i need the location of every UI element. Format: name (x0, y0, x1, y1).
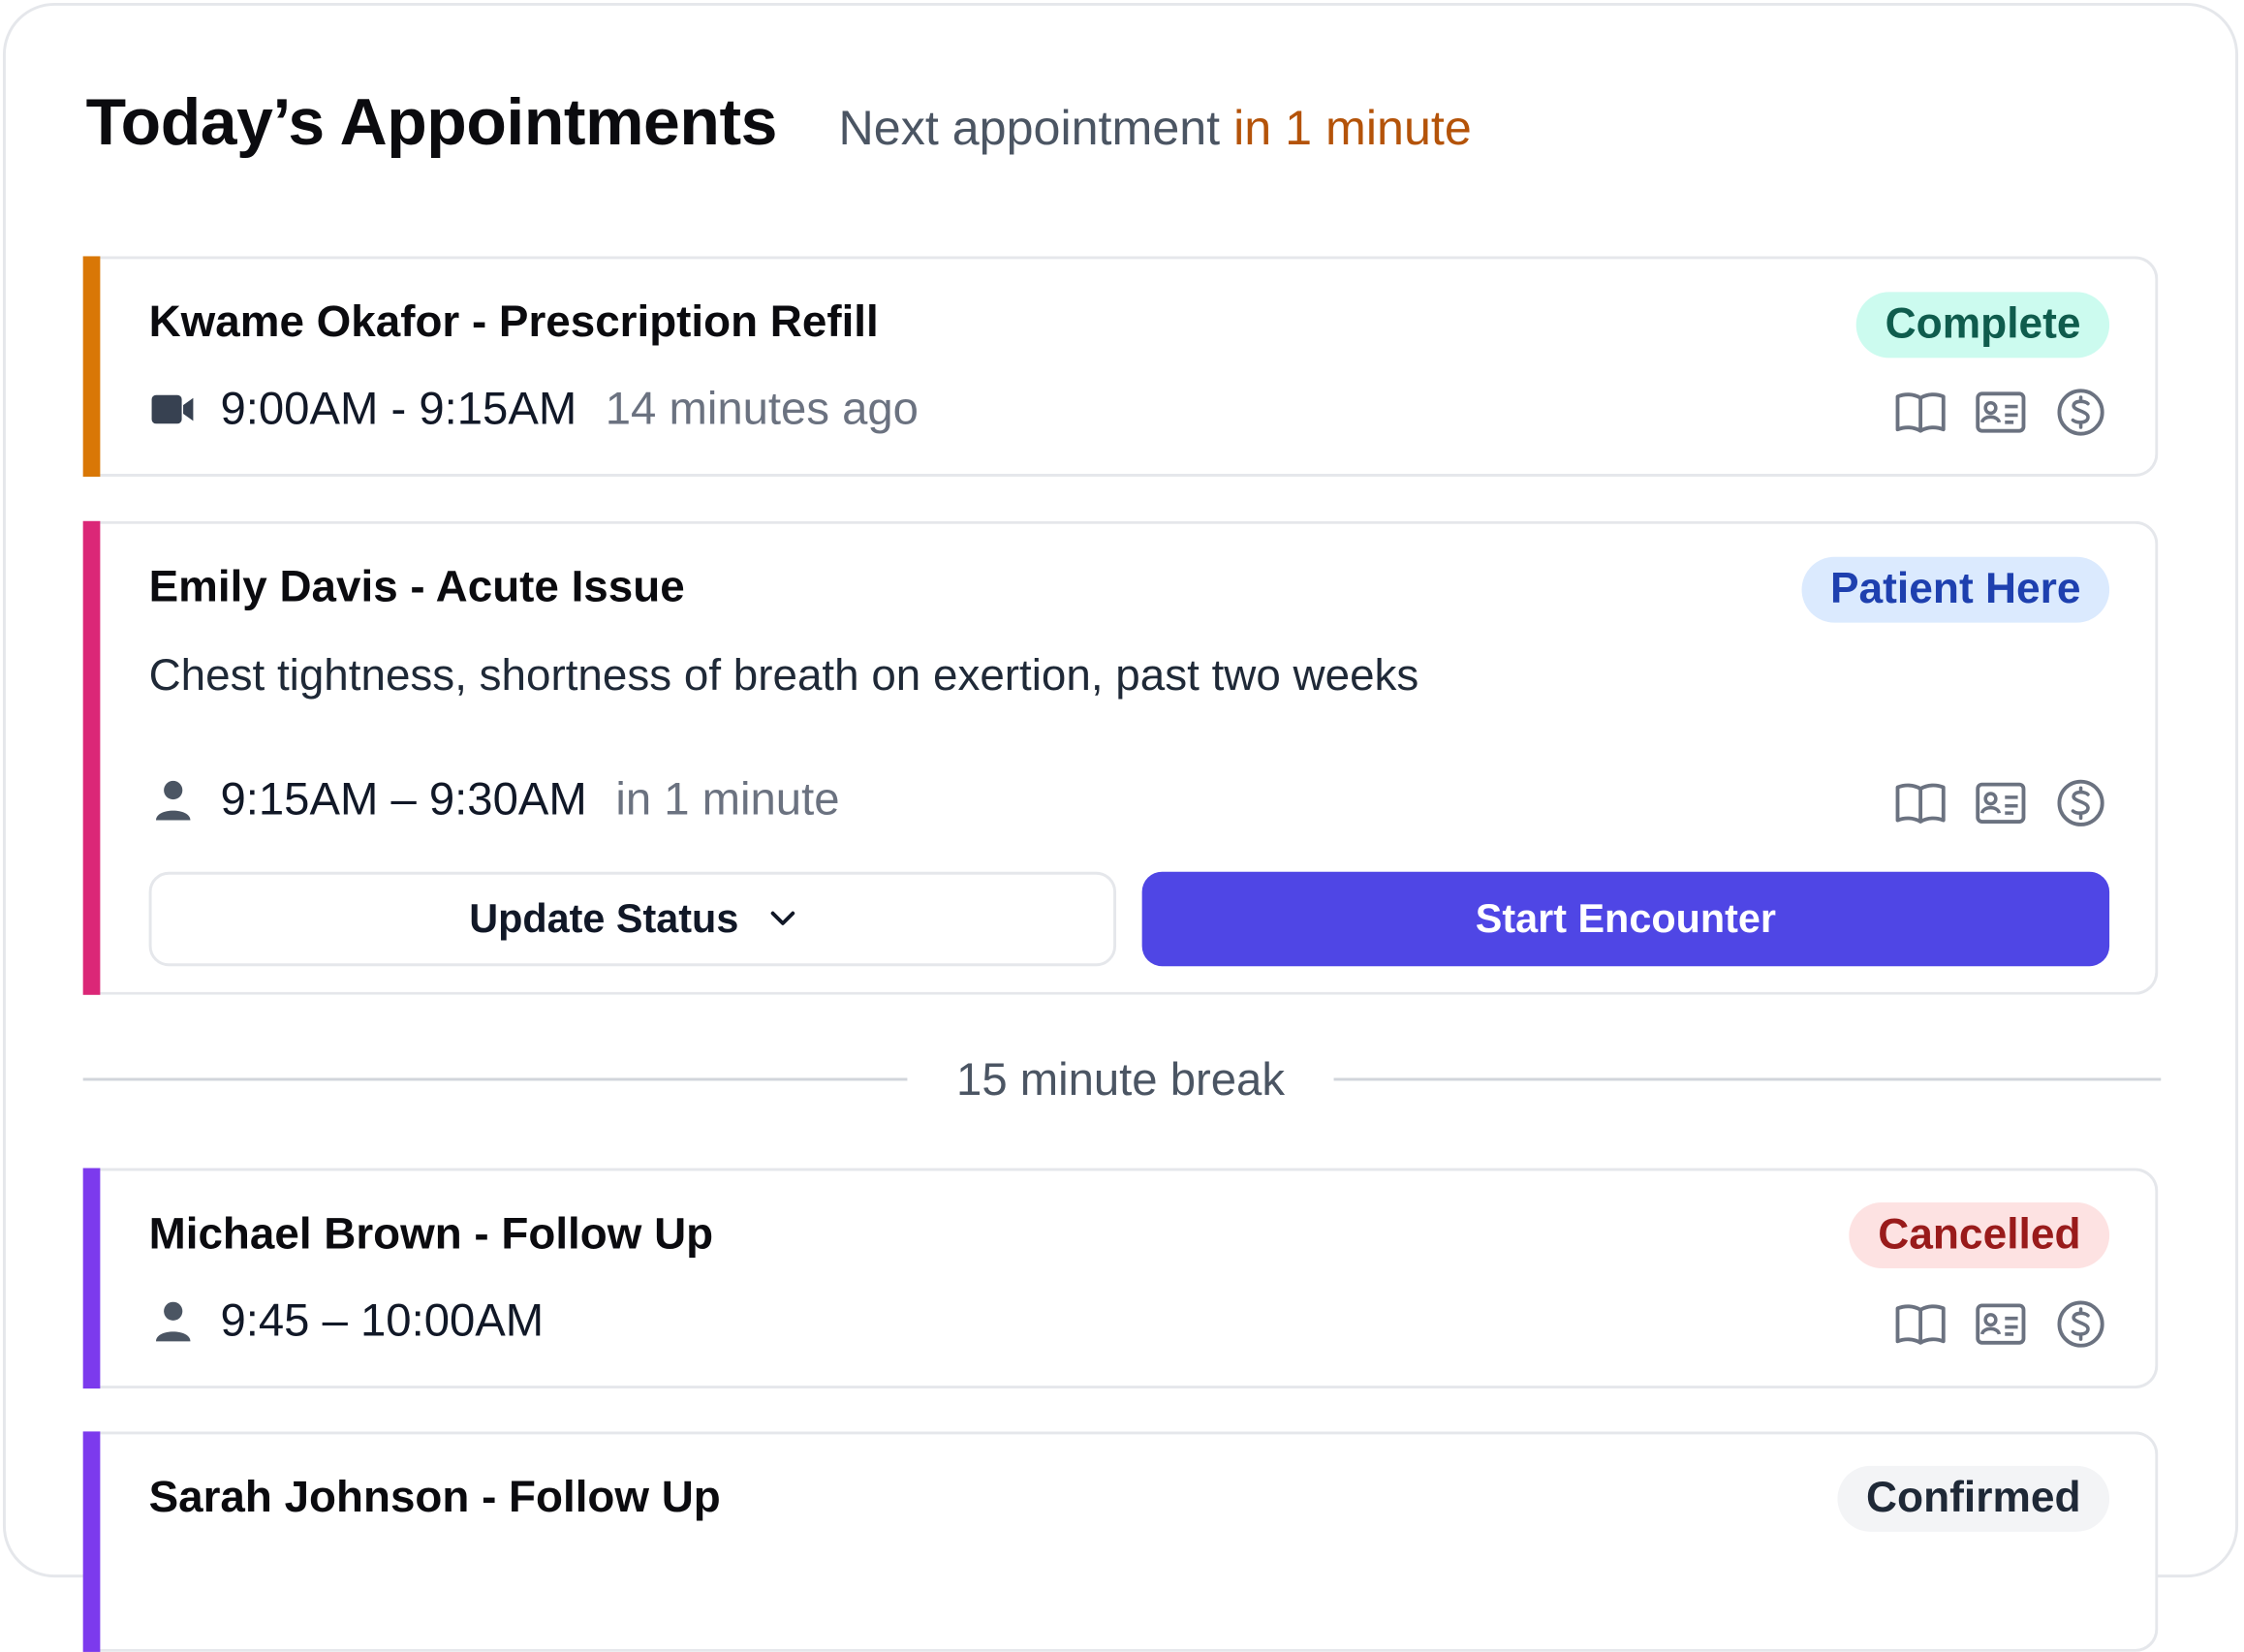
book-icon[interactable] (1895, 1298, 1947, 1350)
appointment-time-row: 9:45 – 10:00AM (149, 1294, 545, 1348)
subtitle-prefix: Next appointment (838, 101, 1221, 157)
id-card-icon[interactable] (1975, 1298, 2026, 1350)
appointment-title[interactable]: Kwame Okafor - Prescription Refill (149, 296, 879, 348)
id-card-icon[interactable] (1975, 777, 2026, 828)
break-text: 15 minute break (956, 1053, 1285, 1106)
dollar-icon[interactable] (2055, 777, 2106, 828)
update-status-label: Update Status (469, 895, 739, 941)
page-title: Today’s Appointments (85, 84, 778, 159)
appointment-card[interactable]: Emily Davis - Acute Issue Patient Here C… (82, 520, 2159, 995)
appointment-time: 9:15AM – 9:30AM (220, 772, 587, 825)
update-status-dropdown[interactable]: Update Status (148, 871, 1117, 967)
status-badge: Confirmed (1837, 1465, 2110, 1532)
dollar-icon[interactable] (2055, 387, 2106, 438)
status-color-bar (82, 256, 101, 477)
break-label: 15 minute break (0, 1053, 2244, 1107)
chevron-down-icon (770, 911, 796, 928)
card-actions (1895, 387, 2107, 438)
book-icon[interactable] (1895, 387, 1947, 438)
appointment-time: 9:00AM - 9:15AM (220, 382, 577, 434)
appointment-title[interactable]: Emily Davis - Acute Issue (149, 561, 685, 612)
status-badge: Cancelled (1849, 1202, 2110, 1268)
card-actions (1895, 1298, 2107, 1350)
appointment-title[interactable]: Sarah Johnson - Follow Up (149, 1472, 721, 1523)
next-appointment-subtitle: Next appointment in 1 minute (839, 102, 1472, 158)
appointment-card[interactable]: Sarah Johnson - Follow Up Confirmed (82, 1431, 2159, 1652)
card-actions (1895, 777, 2107, 828)
book-icon[interactable] (1895, 777, 1947, 828)
person-icon (149, 775, 198, 824)
person-icon (149, 1296, 198, 1345)
status-color-bar (82, 520, 101, 995)
status-badge: Patient Here (1801, 556, 2110, 623)
appointment-card[interactable]: Kwame Okafor - Prescription Refill Compl… (82, 256, 2159, 477)
appointment-title[interactable]: Michael Brown - Follow Up (149, 1208, 714, 1260)
appointment-time-row: 9:15AM – 9:30AM in 1 minute (149, 773, 840, 826)
appointment-time: 9:45 – 10:00AM (220, 1294, 545, 1346)
appointment-relative-time: in 1 minute (615, 772, 840, 825)
appointment-description: Chest tightness, shortness of breath on … (148, 649, 1419, 701)
subtitle-highlight: in 1 minute (1233, 101, 1472, 157)
appointment-card[interactable]: Michael Brown - Follow Up Cancelled 9:45… (82, 1168, 2159, 1389)
video-icon (149, 385, 198, 433)
start-encounter-button[interactable]: Start Encounter (1141, 871, 2110, 967)
dollar-icon[interactable] (2055, 1298, 2106, 1350)
appointment-time-row: 9:00AM - 9:15AM 14 minutes ago (149, 382, 919, 435)
id-card-icon[interactable] (1975, 387, 2026, 438)
status-color-bar (82, 1431, 101, 1652)
appointment-relative-time: 14 minutes ago (605, 382, 919, 434)
status-color-bar (82, 1168, 101, 1389)
status-badge: Complete (1856, 292, 2110, 358)
stage: Today’s Appointments Next appointment in… (0, 0, 2244, 1652)
